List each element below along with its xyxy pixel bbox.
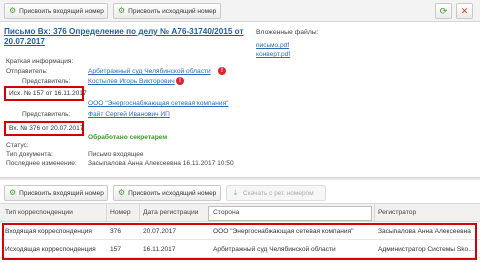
sender-label: Отправитель: [6,68,48,75]
table-header: Тип корреспонденции Номер Дата регистрац… [0,203,480,222]
representative-link[interactable]: Костылев Игорь Викторович [88,78,175,85]
assign-incoming-label: Присвоить входящий номер [19,7,104,15]
column-header-type[interactable]: Тип корреспонденции [5,209,73,216]
gear-icon: ⚙ [9,188,17,197]
close-icon: ✕ [460,5,469,16]
column-header-date[interactable]: Дата регистрации [143,209,198,216]
download-icon: ⤓ [233,188,238,197]
document-detail: Письмо Вх: 376 Определение по делу № А76… [0,22,480,172]
outgoing-number-highlight: Исх. № 157 от 16.11.2017 [4,86,87,101]
column-divider [139,204,140,222]
panel-divider[interactable] [0,177,480,180]
column-header-number[interactable]: Номер [110,209,131,216]
recipient-link[interactable]: ООО "Энергоснабжающая сетевая компания" [88,100,229,107]
last-change-value: Засыпалова Анна Алексеевна 16.11.2017 10… [88,160,234,167]
doc-type-label: Тип документа: [6,151,53,158]
sender-link[interactable]: Арбитражный суд Челябинской области [88,68,211,75]
assign-incoming-label-2: Присвоить входящий номер [19,189,104,197]
column-divider [374,204,375,222]
processed-status: Обработано секретарем [88,134,168,141]
refresh-icon: ⟳ [439,5,448,16]
warning-icon: ! [176,77,184,85]
close-button[interactable]: ✕ [456,3,473,19]
download-with-number-button[interactable]: ⤓ Скачать с рег. номером [226,185,326,201]
incoming-number-highlight: Вх. № 376 от 20.07.2017 [4,121,84,136]
assign-incoming-button[interactable]: ⚙ Присвоить входящий номер [4,3,108,19]
assign-incoming-button-2[interactable]: ⚙ Присвоить входящий номер [4,185,108,201]
file-link[interactable]: конверт.pdf [256,51,290,58]
refresh-button[interactable]: ⟳ [435,3,452,19]
incoming-number: Вх. № 376 от 20.07.2017 [9,125,84,132]
gear-icon: ⚙ [118,6,126,15]
assign-outgoing-label: Присвоить исходящий номер [128,7,217,15]
column-header-registrar[interactable]: Регистратор [378,209,416,216]
rows-highlight [2,223,477,260]
representative-label: Представитель: [22,78,71,85]
last-change-label: Последнее изменение: [6,160,77,167]
representative2-link[interactable]: Файт Сергей Иванович ИП [88,111,170,118]
correspondence-table: Тип корреспонденции Номер Дата регистрац… [0,203,480,262]
gear-icon: ⚙ [118,188,126,197]
download-label: Скачать с рег. номером [243,189,314,197]
top-toolbar: ⚙ Присвоить входящий номер ⚙ Присвоить и… [0,0,480,22]
attached-files-title: Вложенные файлы: [256,29,319,36]
document-title[interactable]: Письмо Вх: 376 Определение по делу № А76… [4,27,254,47]
brief-info-label: Краткая информация: [6,58,74,65]
warning-icon: ! [218,67,226,75]
representative2-label: Представитель: [22,111,71,118]
column-header-party[interactable]: Сторона [213,209,239,216]
status-label: Статус: [6,142,29,149]
assign-outgoing-button-2[interactable]: ⚙ Присвоить исходящий номер [113,185,221,201]
outgoing-number: Исх. № 157 от 16.11.2017 [9,90,87,97]
doc-type-value: Письмо входящее [88,151,144,158]
column-divider [106,204,107,222]
correspondence-toolbar: ⚙ Присвоить входящий номер ⚙ Присвоить и… [0,183,480,203]
assign-outgoing-label-2: Присвоить исходящий номер [128,189,217,197]
file-link[interactable]: письмо.pdf [256,42,289,49]
assign-outgoing-button[interactable]: ⚙ Присвоить исходящий номер [113,3,221,19]
gear-icon: ⚙ [9,6,17,15]
